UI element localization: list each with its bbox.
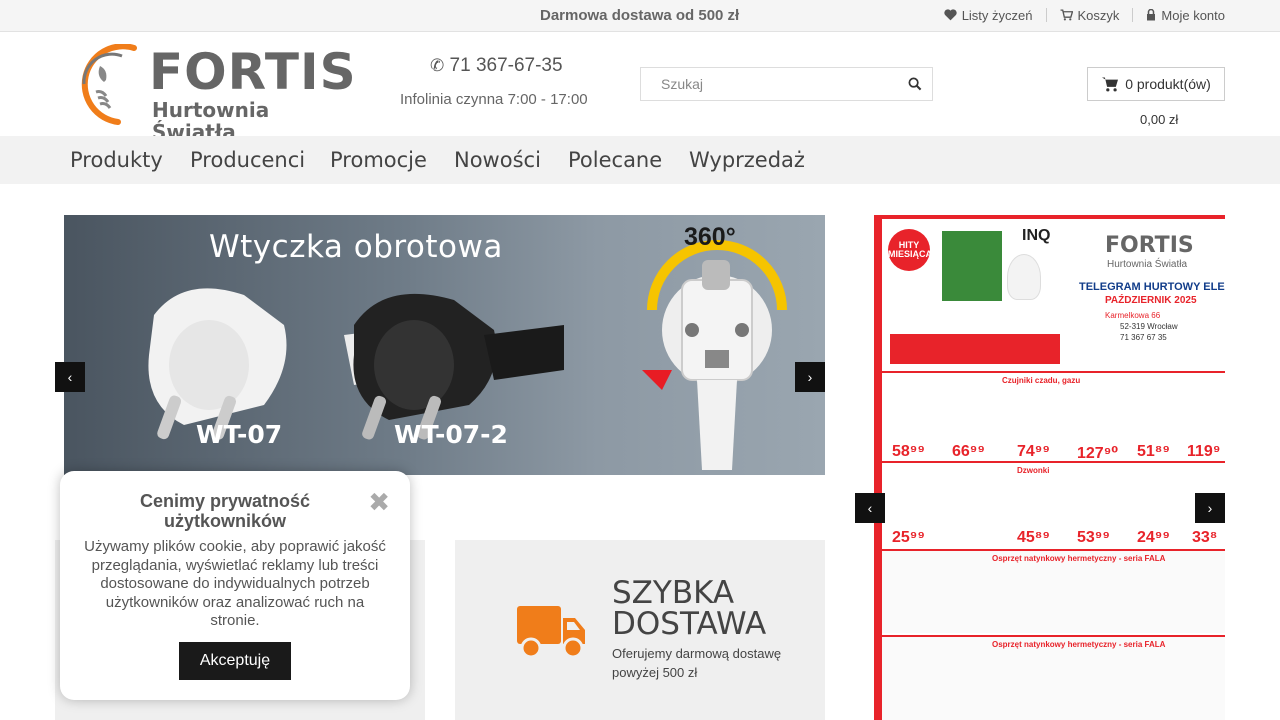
promo-leaflet[interactable]: HITY MIESIĄCA INQ FORTIS Hurtownia Świat… [874, 215, 1225, 720]
chevron-right-icon: › [807, 369, 813, 385]
leaflet-section-3-title: Osprzęt natynkowy hermetyczny - seria FA… [992, 554, 1166, 563]
leaflet-phone: 71 367 67 35 [1120, 333, 1167, 342]
search-input[interactable] [661, 76, 901, 92]
leaflet-address: Karmelkowa 66 [1105, 311, 1161, 320]
leaflet-section-1-title: Czujniki czadu, gazu [1002, 376, 1081, 385]
cookie-title: Cenimy prywatność użytkowników [139, 491, 311, 531]
feature-title-line1: SZYBKA [612, 575, 735, 611]
wishlist-label: Listy życzeń [961, 7, 1033, 23]
leaflet-top-right-panel: FORTIS Hurtownia Światła TELEGRAM HURTOW… [1065, 219, 1225, 367]
phone-text: 71 367-67-35 [449, 55, 563, 76]
rotation-degree-label: 360° [684, 223, 736, 251]
nav-item-produkty[interactable]: Produkty [70, 148, 163, 172]
bulb-image [1007, 254, 1041, 300]
phone-number[interactable]: ✆ 71 367-67-35 [430, 55, 563, 77]
leaflet-price-7: 25⁹⁹ [892, 529, 925, 546]
chevron-right-icon: › [1207, 500, 1213, 516]
search-icon[interactable] [908, 77, 922, 91]
cookie-consent-dialog: Cenimy prywatność użytkowników ✖ Używamy… [60, 471, 410, 700]
feature-title-line2: DOSTAWA [612, 606, 767, 642]
leaflet-next-button[interactable]: › [1195, 493, 1225, 523]
model-label-wt07: WT-07 [196, 420, 283, 449]
leaflet-price-2: 66⁹⁹ [952, 443, 985, 460]
truck-icon [517, 606, 585, 659]
chevron-left-icon: ‹ [67, 369, 73, 385]
wishlist-link[interactable]: Listy życzeń [931, 7, 1046, 23]
cart-button[interactable]: 0 produkt(ów) [1087, 67, 1225, 101]
leaflet-section-4-title: Osprzęt natynkowy hermetyczny - seria FA… [992, 640, 1166, 649]
slider-next-button[interactable]: › [795, 362, 825, 392]
leaflet-section-1: Czujniki czadu, gazu 58⁹⁹ 66⁹⁹ 74⁹⁹ 127⁹… [882, 371, 1225, 462]
leaflet-price-4: 127⁹⁰ [1077, 445, 1119, 462]
leaflet-price-11: 33⁸ [1192, 529, 1218, 546]
main-nav: Produkty Producenci Promocje Nowości Pol… [0, 136, 1280, 184]
leaflet-price-strip [890, 334, 1060, 364]
model-label-wt07-2: WT-07-2 [394, 420, 508, 449]
feature-description: Oferujemy darmową dostawę powyżej 500 zł [612, 646, 782, 680]
hotline-hours: Infolinia czynna 7:00 - 17:00 [400, 91, 588, 108]
lock-icon [1147, 9, 1156, 21]
slider-prev-button[interactable]: ‹ [55, 362, 85, 392]
leaflet-price-9: 53⁹⁹ [1077, 529, 1110, 546]
main-slider-banner[interactable]: Wtyczka obrotowa WT-07 WT-07-2 360° [64, 215, 825, 475]
bulb-boxes-image [942, 231, 1002, 301]
leaflet-price-10: 24⁹⁹ [1137, 529, 1170, 546]
nav-item-promocje[interactable]: Promocje [330, 148, 427, 172]
leaflet-headline: TELEGRAM HURTOWY ELEKTR [1079, 281, 1225, 293]
nav-item-wyprzedaz[interactable]: Wyprzedaż [689, 148, 805, 172]
cookie-text: Używamy plików cookie, aby poprawić jako… [84, 538, 386, 629]
logo-brand: FORTIS [149, 43, 357, 101]
cart-link[interactable]: Koszyk [1045, 7, 1133, 23]
leaflet-price-3: 74⁹⁹ [1017, 443, 1050, 460]
cart-summary: 0 produkt(ów) [1125, 76, 1211, 92]
leaflet-top-left-panel: HITY MIESIĄCA INQ [882, 219, 1062, 367]
leaflet-section-2: Dzwonki 25⁹⁹ 45⁸⁹ 53⁹⁹ 24⁹⁹ 33⁸ [882, 461, 1225, 547]
hit-badge: HITY MIESIĄCA [888, 229, 932, 271]
plug-rotation-diagram [642, 240, 787, 470]
close-icon[interactable]: ✖ [368, 489, 390, 515]
free-shipping-banner: Darmowa dostawa od 500 zł [540, 7, 740, 24]
nav-item-polecane[interactable]: Polecane [568, 148, 662, 172]
account-label: Moje konto [1161, 7, 1225, 23]
leaflet-month: PAŹDZIERNIK 2025 [1105, 295, 1197, 306]
chevron-left-icon: ‹ [867, 500, 873, 516]
accept-cookies-button[interactable]: Akceptuję [179, 642, 291, 680]
leaflet-city: 52-319 Wrocław [1120, 322, 1178, 331]
leaflet-brand: FORTIS [1105, 233, 1194, 258]
leaflet-price-5: 51⁸⁹ [1137, 443, 1170, 460]
inq-label: INQ [1022, 227, 1051, 244]
cart-icon [1102, 77, 1119, 92]
heart-icon [944, 9, 957, 21]
leaflet-price-8: 45⁸⁹ [1017, 529, 1050, 546]
leaflet-page: HITY MIESIĄCA INQ FORTIS Hurtownia Świat… [882, 219, 1225, 720]
leaflet-tagline: Hurtownia Światła [1107, 259, 1188, 270]
nav-item-nowosci[interactable]: Nowości [454, 148, 541, 172]
leaflet-price-1: 58⁹⁹ [892, 443, 925, 460]
leaflet-prev-button[interactable]: ‹ [855, 493, 885, 523]
cart-total: 0,00 zł [1140, 112, 1179, 127]
feature-title: SZYBKA DOSTAWA [612, 578, 766, 640]
leaflet-section-4: Osprzęt natynkowy hermetyczny - seria FA… [882, 635, 1225, 720]
site-logo[interactable]: FORTIS Hurtownia Światła [64, 43, 356, 143]
leaflet-price-6: 119⁹ [1187, 443, 1221, 460]
top-bar: Darmowa dostawa od 500 zł Listy życzeń K… [0, 0, 1280, 32]
leaflet-section-3: Osprzęt natynkowy hermetyczny - seria FA… [882, 549, 1225, 633]
top-links: Listy życzeń Koszyk Moje konto [931, 7, 1225, 23]
cart-link-label: Koszyk [1077, 7, 1120, 23]
nav-item-producenci[interactable]: Producenci [190, 148, 305, 172]
feature-box-fast-delivery: SZYBKA DOSTAWA Oferujemy darmową dostawę… [455, 540, 825, 720]
leaflet-section-2-title: Dzwonki [1017, 466, 1050, 475]
account-link[interactable]: Moje konto [1132, 7, 1225, 23]
search-box [640, 67, 933, 101]
cart-icon [1060, 9, 1073, 21]
phone-icon: ✆ [430, 56, 445, 75]
